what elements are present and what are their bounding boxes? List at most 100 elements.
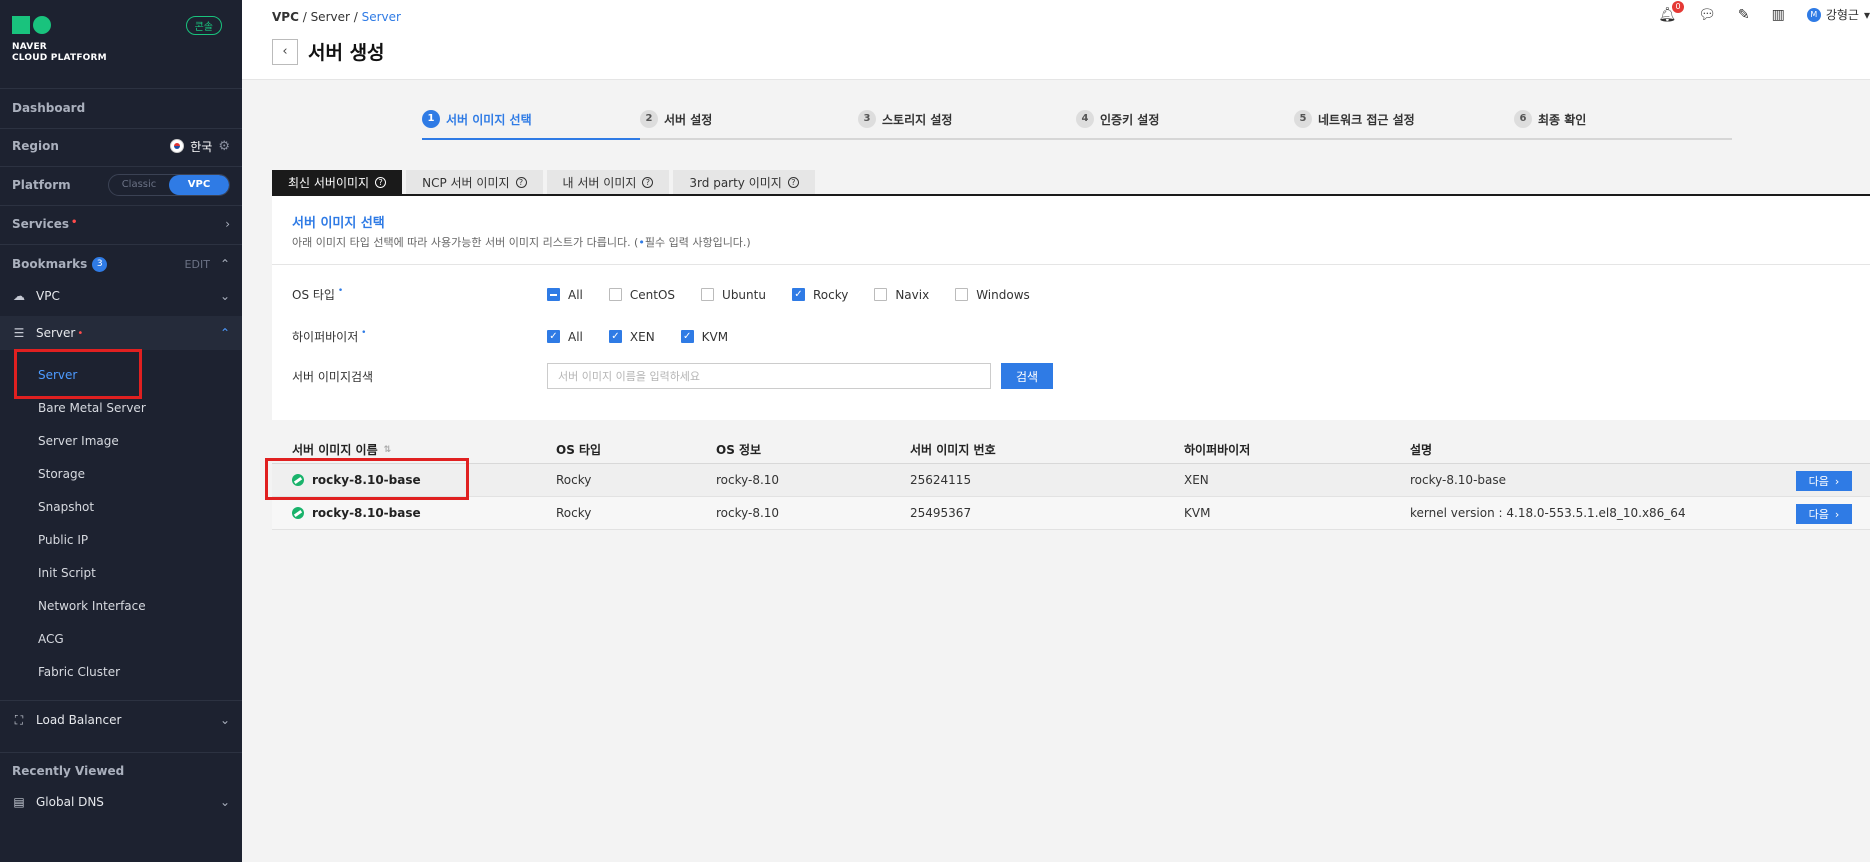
sidebar-services[interactable]: Services • › <box>0 212 242 236</box>
os-info-cell: rocky-8.10 <box>716 473 780 487</box>
step-3[interactable]: 3 스토리지 설정 <box>858 110 952 128</box>
hv-xen-checkbox[interactable]: ✓ XEN <box>608 330 655 344</box>
chevron-left-icon: ‹ <box>282 44 288 59</box>
services-label: Services <box>12 217 70 231</box>
sort-icon[interactable]: ⇅ <box>384 445 392 455</box>
book-icon[interactable]: ▥ <box>1772 7 1785 23</box>
submenu-public-ip[interactable]: Public IP <box>38 533 88 547</box>
sidebar-item-load-balancer[interactable]: ⛶ Load Balancer ⌄ <box>0 708 242 732</box>
table-header: 서버 이미지 이름 ⇅ OS 타입 OS 정보 서버 이미지 번호 하이퍼바이저 … <box>272 436 1870 464</box>
chevron-right-icon: › <box>1834 507 1840 521</box>
image-search-input[interactable] <box>547 363 991 389</box>
page-header: VPC / Server / Server ‹ 서버 생성 🔔︎ 0 💬︎ ✎ ▥… <box>242 0 1870 80</box>
hypervisor-cell: XEN <box>1184 473 1209 487</box>
chevron-down-icon: ⌄ <box>219 289 230 303</box>
memo-icon[interactable]: ✎ <box>1738 7 1750 23</box>
image-no-cell: 25495367 <box>910 506 972 520</box>
os-windows-checkbox[interactable]: Windows <box>955 288 1030 302</box>
submenu-storage[interactable]: Storage <box>38 467 85 481</box>
region-label: Region <box>12 139 59 153</box>
tab-my-images[interactable]: 내 서버 이미지? <box>546 170 670 194</box>
submenu-init-script[interactable]: Init Script <box>38 566 96 580</box>
step-4[interactable]: 4 인증키 설정 <box>1076 110 1159 128</box>
os-all-checkbox[interactable]: All <box>547 288 583 302</box>
description-cell: kernel version : 4.18.0-553.5.1.el8_10.x… <box>1410 506 1686 520</box>
help-icon[interactable]: ? <box>642 176 654 188</box>
services-new-dot: • <box>71 217 78 228</box>
image-no-cell: 25624115 <box>910 473 972 487</box>
table-row[interactable]: rocky-8.10-base Rocky rocky-8.10 2549536… <box>272 497 1870 530</box>
help-icon[interactable]: ? <box>375 176 387 188</box>
tab-3rd-party-images[interactable]: 3rd party 이미지? <box>673 170 815 194</box>
avatar: M <box>1806 7 1821 22</box>
submenu-fabric-cluster[interactable]: Fabric Cluster <box>38 665 120 679</box>
search-label: 서버 이미지검색 <box>292 369 374 384</box>
sidebar-item-server[interactable]: ☰ Server • ⌃ <box>0 316 242 350</box>
bookmarks-count: 3 <box>92 256 108 272</box>
bookmarks-label: Bookmarks <box>12 257 88 271</box>
sidebar: NAVER CLOUD PLATFORM 콘솔 Dashboard Region … <box>0 0 242 862</box>
submenu-acg[interactable]: ACG <box>38 632 64 646</box>
back-button[interactable]: ‹ <box>272 38 298 65</box>
platform-classic-option[interactable]: Classic <box>109 175 169 195</box>
server-icon: ☰ <box>13 326 25 340</box>
sidebar-item-global-dns[interactable]: ▤ Global DNS ⌄ <box>0 790 242 814</box>
wizard-steps: 1 서버 이미지 선택 2 서버 설정 3 스토리지 설정 4 인증키 설정 5 네트워크… <box>422 108 1732 140</box>
step-1[interactable]: 1 서버 이미지 선택 <box>422 110 532 128</box>
os-ubuntu-checkbox[interactable]: Ubuntu <box>701 288 766 302</box>
help-icon[interactable]: ? <box>515 176 527 188</box>
hv-all-checkbox[interactable]: ✓ All <box>547 330 583 344</box>
caret-down-icon: ▾ <box>1863 7 1870 22</box>
platform-vpc-option[interactable]: VPC <box>169 175 229 195</box>
sidebar-bookmarks: Bookmarks 3 EDIT ⌃ <box>0 252 242 276</box>
sidebar-dashboard[interactable]: Dashboard <box>0 96 242 120</box>
global-dns-icon: ▤ <box>13 795 25 809</box>
step-5[interactable]: 5 네트워크 접근 설정 <box>1294 110 1415 128</box>
user-menu[interactable]: M 강형근 ▾ <box>1806 6 1870 23</box>
submenu-server-image[interactable]: Server Image <box>38 434 119 448</box>
breadcrumb-vpc[interactable]: VPC <box>272 10 299 24</box>
next-button[interactable]: 다음 › <box>1796 471 1852 491</box>
help-icon[interactable]: ? <box>787 176 799 188</box>
console-badge[interactable]: 콘솔 <box>185 16 222 35</box>
breadcrumb-server[interactable]: Server <box>311 10 350 24</box>
tab-ncp-images[interactable]: NCP 서버 이미지? <box>406 170 543 194</box>
os-rocky-checkbox[interactable]: ✓ Rocky <box>791 288 848 302</box>
col-os-info: OS 정보 <box>716 443 762 457</box>
submenu-bare-metal-server[interactable]: Bare Metal Server <box>38 401 146 415</box>
col-description: 설명 <box>1410 443 1433 457</box>
tab-latest-images[interactable]: 최신 서버이미지? <box>272 170 403 194</box>
image-name: rocky-8.10-base <box>312 506 421 520</box>
highlight-box <box>265 458 469 500</box>
table-row[interactable]: rocky-8.10-base Rocky rocky-8.10 2562411… <box>272 464 1870 497</box>
os-navix-checkbox[interactable]: Navix <box>874 288 929 302</box>
chevron-up-icon[interactable]: ⌃ <box>220 257 230 271</box>
chevron-down-icon: ⌄ <box>219 795 230 809</box>
next-button[interactable]: 다음 › <box>1796 504 1852 524</box>
submenu-network-interface[interactable]: Network Interface <box>38 599 146 613</box>
chat-icon[interactable]: 💬︎ <box>1698 7 1716 23</box>
page-title: 서버 생성 <box>308 42 385 64</box>
os-centos-checkbox[interactable]: CentOS <box>608 288 675 302</box>
hypervisor-cell: KVM <box>1184 506 1211 520</box>
vpc-cloud-icon: ☁ <box>13 289 25 303</box>
sidebar-item-vpc[interactable]: ☁ VPC ⌄ <box>0 284 242 308</box>
step-2[interactable]: 2 서버 설정 <box>640 110 712 128</box>
hv-kvm-checkbox[interactable]: ✓ KVM <box>680 330 728 344</box>
notification-count: 0 <box>1672 0 1685 13</box>
step-6[interactable]: 6 최종 확인 <box>1514 110 1586 128</box>
ncp-logo[interactable]: NAVER CLOUD PLATFORM <box>12 16 107 64</box>
image-tabs: 최신 서버이미지? NCP 서버 이미지? 내 서버 이미지? 3rd part… <box>272 170 815 194</box>
gear-icon[interactable]: ⚙ <box>218 139 230 154</box>
region-selector[interactable]: 한국 ⚙ <box>170 138 230 155</box>
platform-toggle[interactable]: Classic VPC <box>108 174 230 196</box>
sidebar-region: Region 한국 ⚙ <box>0 134 242 158</box>
submenu-snapshot[interactable]: Snapshot <box>38 500 94 514</box>
search-row: 서버 이미지검색 검색 <box>292 363 1053 389</box>
col-os-type: OS 타입 <box>556 443 602 457</box>
bookmarks-edit-button[interactable]: EDIT <box>185 258 210 271</box>
search-button[interactable]: 검색 <box>1001 363 1053 389</box>
brand-line2: CLOUD PLATFORM <box>12 53 107 63</box>
chevron-right-icon: › <box>225 217 230 231</box>
bell-icon[interactable]: 🔔︎ 0 <box>1658 0 1685 23</box>
